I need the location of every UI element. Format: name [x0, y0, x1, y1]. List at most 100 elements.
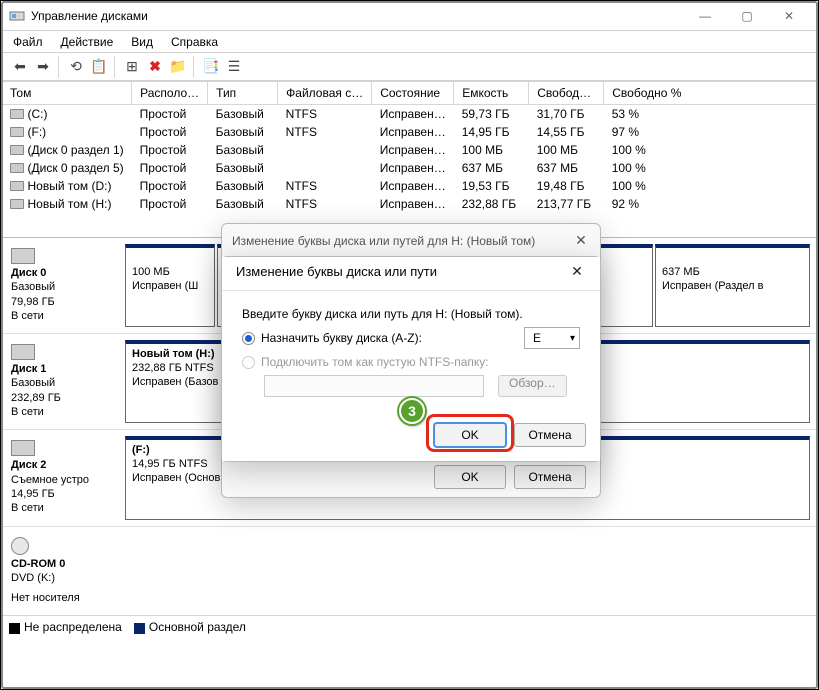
view-icon[interactable]: ⊞ — [121, 56, 143, 78]
close-button[interactable]: ✕ — [768, 2, 810, 30]
cell: 92 % — [604, 195, 818, 213]
cancel-button[interactable]: Отмена — [514, 465, 586, 489]
vol-name: Новый том (H:) — [28, 197, 112, 211]
col-fs[interactable]: Файловая с… — [278, 82, 372, 105]
cell: Исправен… — [372, 177, 454, 195]
menu-action[interactable]: Действие — [53, 33, 122, 50]
disk-status: Нет носителя — [11, 591, 117, 605]
disk-icon — [11, 248, 35, 264]
cell: Простой — [132, 141, 208, 159]
properties-icon[interactable]: 📋 — [88, 56, 110, 78]
table-row[interactable]: (C:)ПростойБазовыйNTFSИсправен…59,73 ГБ3… — [2, 105, 818, 124]
cell: 100 % — [604, 177, 818, 195]
cell: 14,95 ГБ — [454, 123, 529, 141]
title-bar: Управление дисками — ▢ ✕ — [1, 1, 818, 31]
vol-name: (F:) — [28, 125, 47, 139]
table-row[interactable]: Новый том (H:)ПростойБазовыйNTFSИсправен… — [2, 195, 818, 213]
disk-status: В сети — [11, 309, 117, 323]
radio-mount-folder — [242, 356, 255, 369]
col-freepct[interactable]: Свободно % — [604, 82, 818, 105]
volume-icon — [10, 163, 24, 173]
cell: 59,73 ГБ — [454, 105, 529, 124]
disk-size: 14,95 ГБ — [11, 487, 117, 501]
explore-icon[interactable]: 📁 — [167, 56, 189, 78]
disk-icon — [11, 344, 35, 360]
list-icon[interactable]: ☰ — [223, 56, 245, 78]
close-icon[interactable]: ✕ — [572, 232, 590, 249]
disk-sub: DVD (K:) — [11, 571, 117, 585]
radio-mount-label: Подключить том как пустую NTFS-папку: — [261, 355, 489, 369]
vol-name: (Диск 0 раздел 5) — [28, 161, 124, 175]
part-status: Исправен (Раздел в — [662, 280, 803, 294]
cell: Базовый — [208, 159, 278, 177]
part-status: Исправен (Ш — [132, 280, 208, 294]
maximize-button[interactable]: ▢ — [726, 2, 768, 30]
disk-name: Диск 2 — [11, 458, 117, 472]
ok-button[interactable]: OK — [434, 465, 506, 489]
legend-primary: Основной раздел — [149, 620, 246, 634]
cell: Исправен… — [372, 141, 454, 159]
disk-icon — [11, 440, 35, 456]
dialog-change-letter: Изменение буквы диска или пути ✕ Введите… — [221, 256, 601, 462]
disk-name: Диск 1 — [11, 362, 117, 376]
cell: NTFS — [278, 177, 372, 195]
disk-size: 79,98 ГБ — [11, 295, 117, 309]
disk-row-cd[interactable]: CD-ROM 0 DVD (K:) Нет носителя — [1, 527, 818, 616]
cancel-button[interactable]: Отмена — [514, 423, 586, 447]
partition[interactable]: 100 МБ Исправен (Ш — [125, 244, 215, 327]
cell: NTFS — [278, 105, 372, 124]
help-icon[interactable]: 📑 — [200, 56, 222, 78]
menu-view[interactable]: Вид — [123, 33, 161, 50]
radio-assign-letter[interactable] — [242, 332, 255, 345]
ok-button[interactable]: OK — [434, 423, 506, 447]
disk-type: Съемное устро — [11, 473, 117, 487]
cell: 100 % — [604, 159, 818, 177]
legend: Не распределена Основной раздел — [1, 615, 818, 638]
col-layout[interactable]: Располо… — [132, 82, 208, 105]
partition[interactable]: 637 МБ Исправен (Раздел в — [655, 244, 810, 327]
table-row[interactable]: Новый том (D:)ПростойБазовыйNTFSИсправен… — [2, 177, 818, 195]
cell: Базовый — [208, 141, 278, 159]
chevron-down-icon: ▾ — [570, 333, 575, 344]
col-type[interactable]: Тип — [208, 82, 278, 105]
menu-help[interactable]: Справка — [163, 33, 226, 50]
cell: NTFS — [278, 123, 372, 141]
volume-icon — [10, 199, 24, 209]
app-icon — [9, 8, 25, 24]
drive-letter-select[interactable]: E ▾ — [524, 327, 580, 349]
disk-type: Базовый — [11, 376, 117, 390]
table-row[interactable]: (Диск 0 раздел 1)ПростойБазовыйИсправен…… — [2, 141, 818, 159]
cell — [278, 159, 372, 177]
cell: 232,88 ГБ — [454, 195, 529, 213]
cell: Базовый — [208, 123, 278, 141]
forward-icon[interactable]: ➡ — [32, 56, 54, 78]
browse-button: Обзор… — [498, 375, 567, 397]
dialog-prompt: Введите букву диска или путь для H: (Нов… — [242, 307, 580, 321]
vol-name: Новый том (D:) — [28, 179, 112, 193]
disk-type: Базовый — [11, 280, 117, 294]
col-capacity[interactable]: Емкость — [454, 82, 529, 105]
close-icon[interactable]: ✕ — [568, 263, 586, 280]
cell: Простой — [132, 105, 208, 124]
cell: Базовый — [208, 177, 278, 195]
minimize-button[interactable]: — — [684, 2, 726, 30]
table-row[interactable]: (F:)ПростойБазовыйNTFSИсправен…14,95 ГБ1… — [2, 123, 818, 141]
menu-file[interactable]: Файл — [5, 33, 51, 50]
cell: Базовый — [208, 105, 278, 124]
legend-unalloc: Не распределена — [24, 620, 122, 634]
delete-icon[interactable]: ✖ — [144, 56, 166, 78]
cell: 100 МБ — [529, 141, 604, 159]
mount-path-input — [264, 375, 484, 397]
col-free[interactable]: Свобод… — [529, 82, 604, 105]
table-row[interactable]: (Диск 0 раздел 5)ПростойБазовыйИсправен…… — [2, 159, 818, 177]
volume-icon — [10, 127, 24, 137]
volume-table[interactable]: Том Располо… Тип Файловая с… Состояние Е… — [1, 81, 818, 213]
volume-icon — [10, 145, 24, 155]
col-volume[interactable]: Том — [2, 82, 132, 105]
refresh-icon[interactable]: ⟲ — [65, 56, 87, 78]
cell — [278, 141, 372, 159]
col-status[interactable]: Состояние — [372, 82, 454, 105]
back-icon[interactable]: ⬅ — [9, 56, 31, 78]
cell: 637 МБ — [529, 159, 604, 177]
cd-icon — [11, 537, 29, 555]
